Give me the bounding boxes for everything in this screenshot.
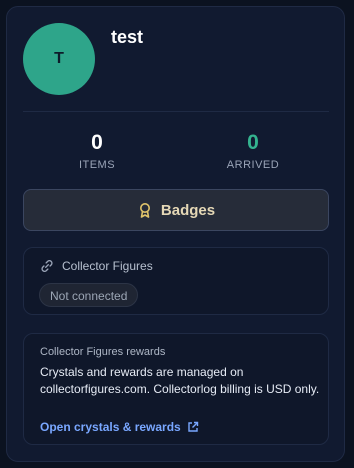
- rewards-description: Crystals and rewards are managed on coll…: [40, 365, 320, 396]
- collector-figures-heading: Collector Figures: [40, 259, 153, 273]
- badges-button[interactable]: Badges: [23, 189, 329, 231]
- external-link-icon: [187, 421, 199, 433]
- rewards-title: Collector Figures rewards: [40, 346, 166, 358]
- badges-button-label: Badges: [160, 201, 216, 219]
- stat-items: 0 ITEMS: [47, 131, 147, 171]
- link-icon: [40, 259, 54, 273]
- username: test: [111, 27, 144, 47]
- arrived-label: ARRIVED: [226, 159, 280, 171]
- items-count: 0: [91, 131, 103, 154]
- open-crystals-rewards-label: Open crystals & rewards: [40, 420, 181, 434]
- connection-status-badge: Not connected: [39, 283, 139, 307]
- avatar: T: [23, 23, 95, 95]
- badge-award-icon: [137, 202, 153, 218]
- open-crystals-rewards-link[interactable]: Open crystals & rewards: [40, 420, 199, 434]
- collector-figures-title: Collector Figures: [62, 259, 153, 273]
- profile-card: T test 0 ITEMS 0 ARRIVED Badges Collecto…: [6, 6, 345, 462]
- arrived-count: 0: [247, 131, 259, 154]
- collector-rewards-panel: Collector Figures rewards Crystals and r…: [23, 333, 329, 445]
- avatar-initial: T: [54, 50, 64, 67]
- collector-figures-panel: Collector Figures Not connected: [23, 247, 329, 315]
- stat-arrived: 0 ARRIVED: [203, 131, 303, 171]
- divider: [23, 111, 329, 112]
- items-label: ITEMS: [78, 159, 116, 171]
